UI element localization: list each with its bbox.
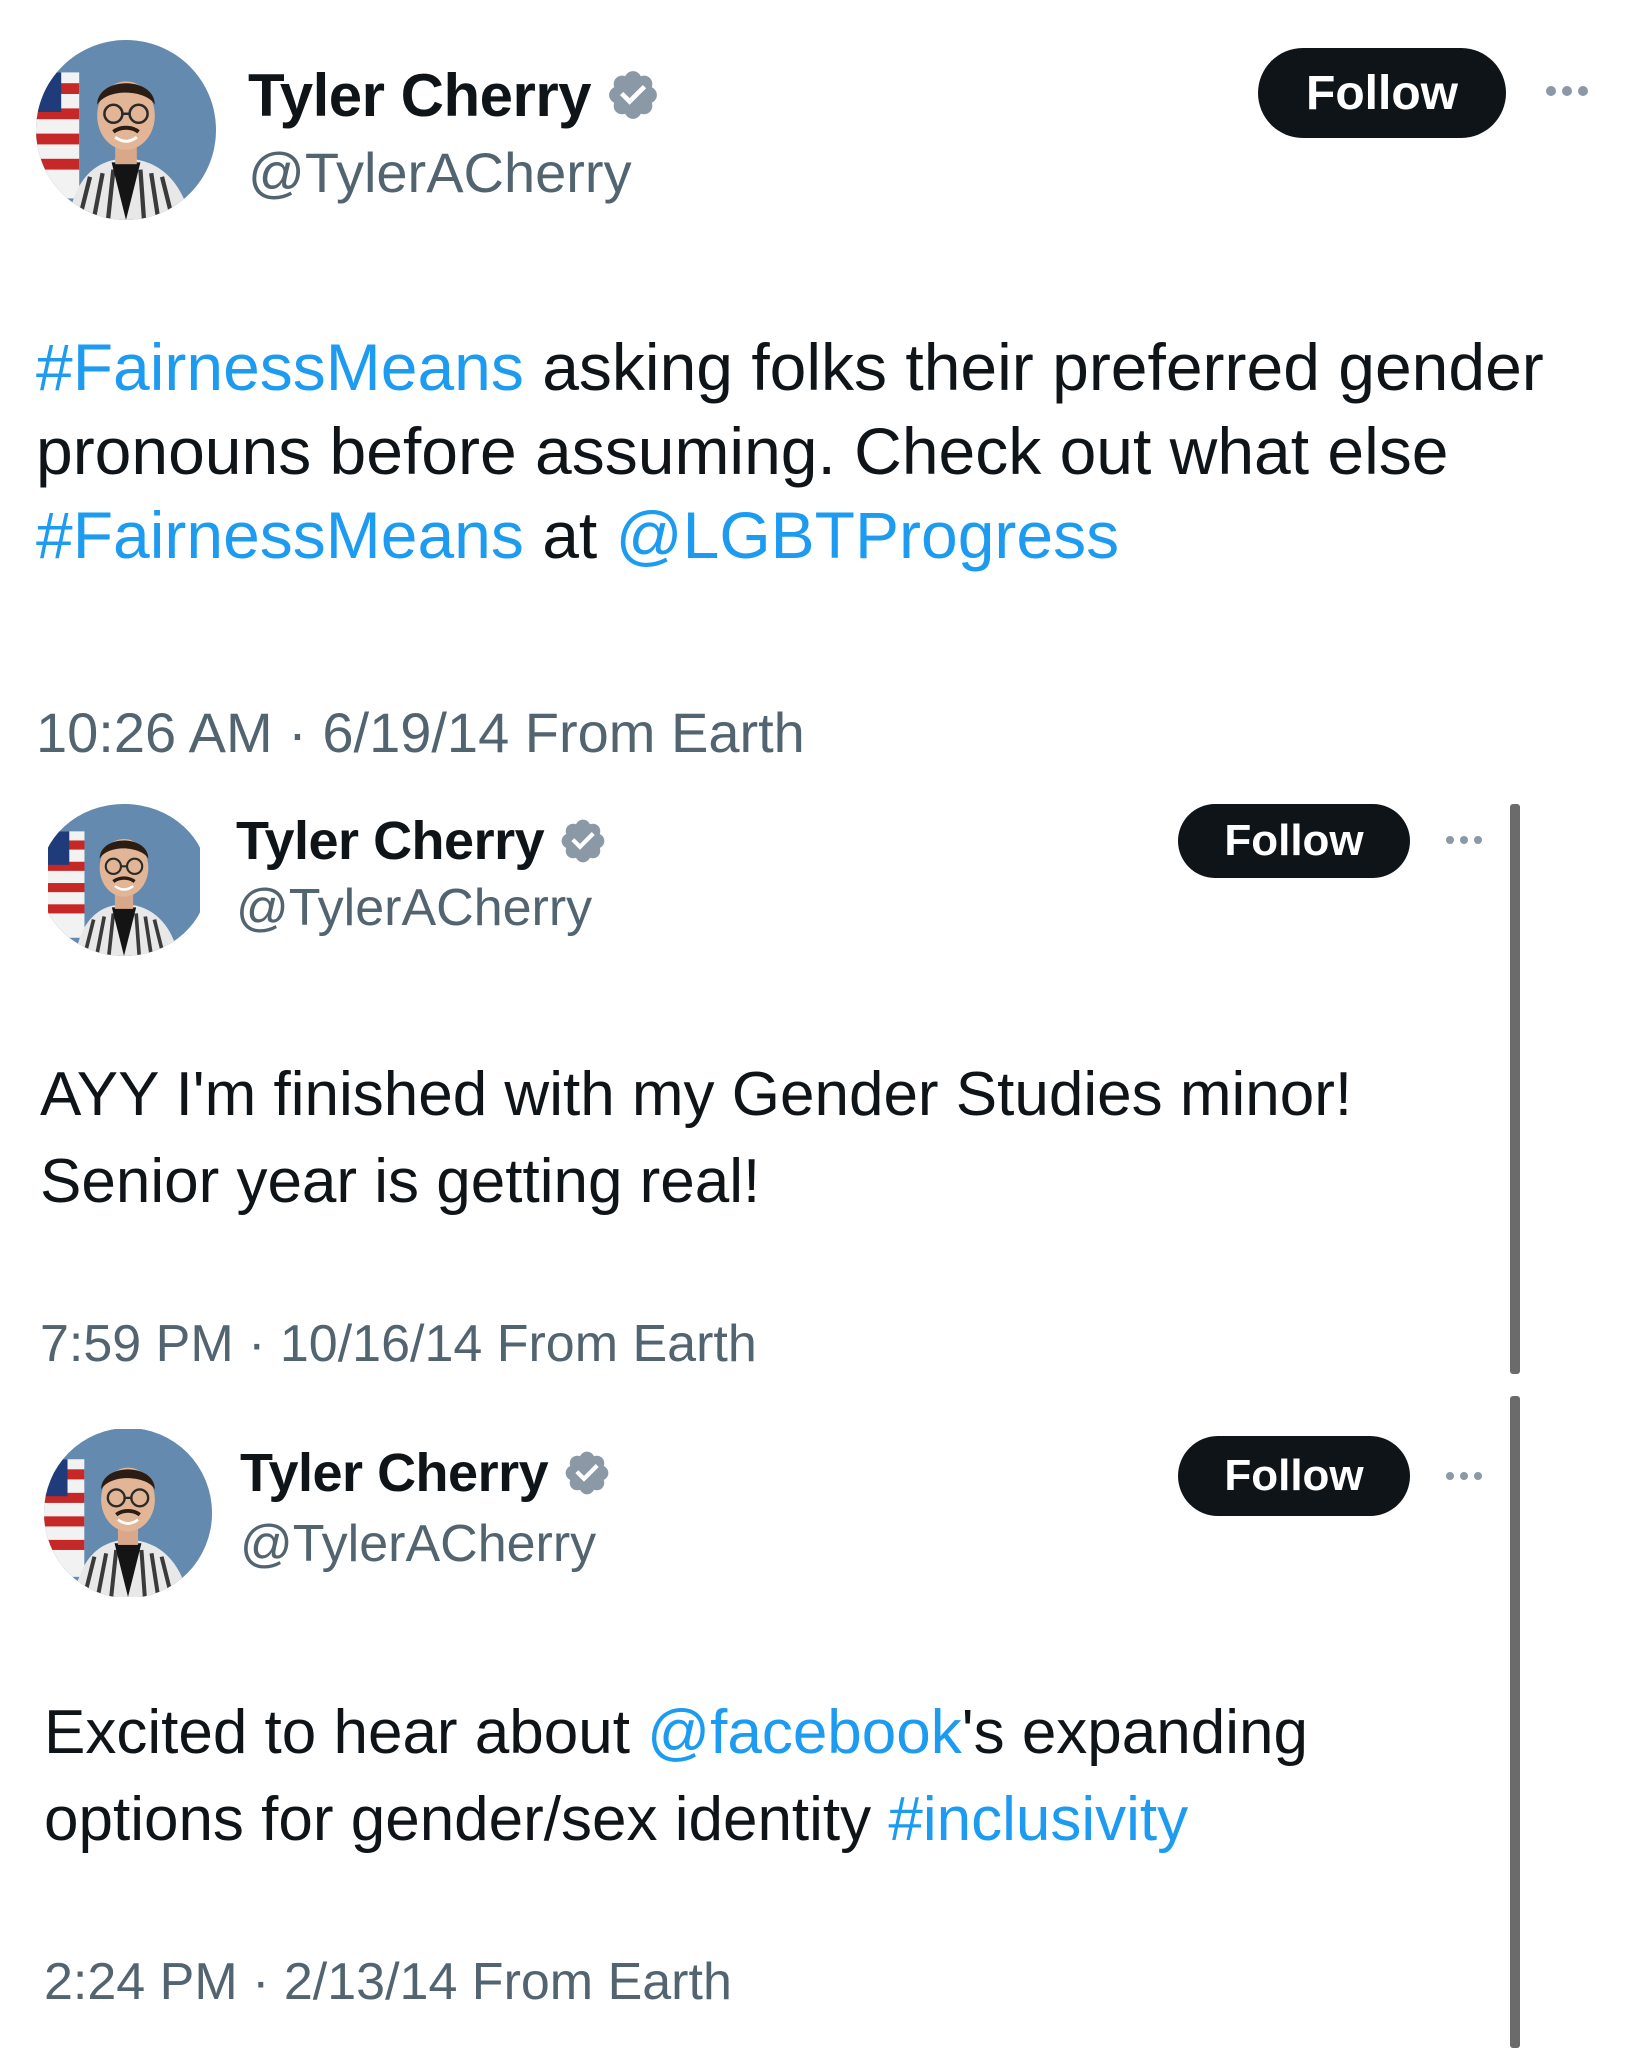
follow-button[interactable]: Follow — [1258, 48, 1506, 138]
verified-badge-icon — [558, 816, 608, 866]
hashtag-link[interactable]: #FairnessMeans — [36, 330, 524, 404]
thread-divider — [1510, 1396, 1520, 2048]
tweet-3: Tyler Cherry @TylerACherry Follow Excite… — [0, 1396, 1630, 2048]
tweet-timestamp[interactable]: 10:26 AM · 6/19/14 From Earth — [36, 700, 805, 765]
hashtag-link[interactable]: #FairnessMeans — [36, 498, 524, 572]
author-name-row: Tyler Cherry — [236, 808, 608, 874]
author-name-row: Tyler Cherry — [240, 1440, 612, 1506]
author-name[interactable]: Tyler Cherry — [248, 61, 592, 130]
author-handle[interactable]: @TylerACherry — [236, 878, 592, 938]
verified-badge-icon — [605, 67, 661, 123]
avatar[interactable] — [36, 40, 216, 220]
tweet-text: Excited to hear about @facebook's expand… — [44, 1690, 1484, 1864]
author-handle[interactable]: @TylerACherry — [240, 1514, 596, 1574]
avatar[interactable] — [40, 804, 208, 956]
tweet-timestamp[interactable]: 7:59 PM · 10/16/14 From Earth — [40, 1314, 757, 1374]
text-span: at — [523, 497, 616, 572]
tweet-text: AYY I'm finished with my Gender Studies … — [40, 1052, 1480, 1226]
more-options-icon[interactable] — [1446, 836, 1482, 844]
author-name[interactable]: Tyler Cherry — [240, 1442, 549, 1504]
avatar[interactable] — [44, 1428, 212, 1598]
thread-divider — [1510, 804, 1520, 1374]
author-handle[interactable]: @TylerACherry — [248, 140, 632, 205]
text-span: AYY I'm finished with my Gender Studies … — [40, 1060, 1353, 1216]
tweet-timestamp[interactable]: 2:24 PM · 2/13/14 From Earth — [44, 1952, 732, 2012]
tweet-text: #FairnessMeans asking folks their prefer… — [36, 326, 1616, 577]
hashtag-link[interactable]: #inclusivity — [888, 1785, 1188, 1854]
text-span: Excited to hear about — [44, 1698, 648, 1767]
mention-link[interactable]: @LGBTProgress — [616, 498, 1119, 572]
follow-button[interactable]: Follow — [1178, 804, 1410, 878]
verified-badge-icon — [562, 1448, 612, 1498]
tweet-2: Tyler Cherry @TylerACherry Follow AYY I'… — [0, 800, 1630, 1380]
author-name[interactable]: Tyler Cherry — [236, 810, 545, 872]
mention-link[interactable]: @facebook — [647, 1698, 962, 1767]
tweet-1: Tyler Cherry @TylerACherry Follow #Fairn… — [0, 0, 1630, 790]
follow-button[interactable]: Follow — [1178, 1436, 1410, 1516]
more-options-icon[interactable] — [1446, 1472, 1482, 1480]
author-name-row: Tyler Cherry — [248, 58, 661, 132]
more-options-icon[interactable] — [1546, 86, 1588, 96]
